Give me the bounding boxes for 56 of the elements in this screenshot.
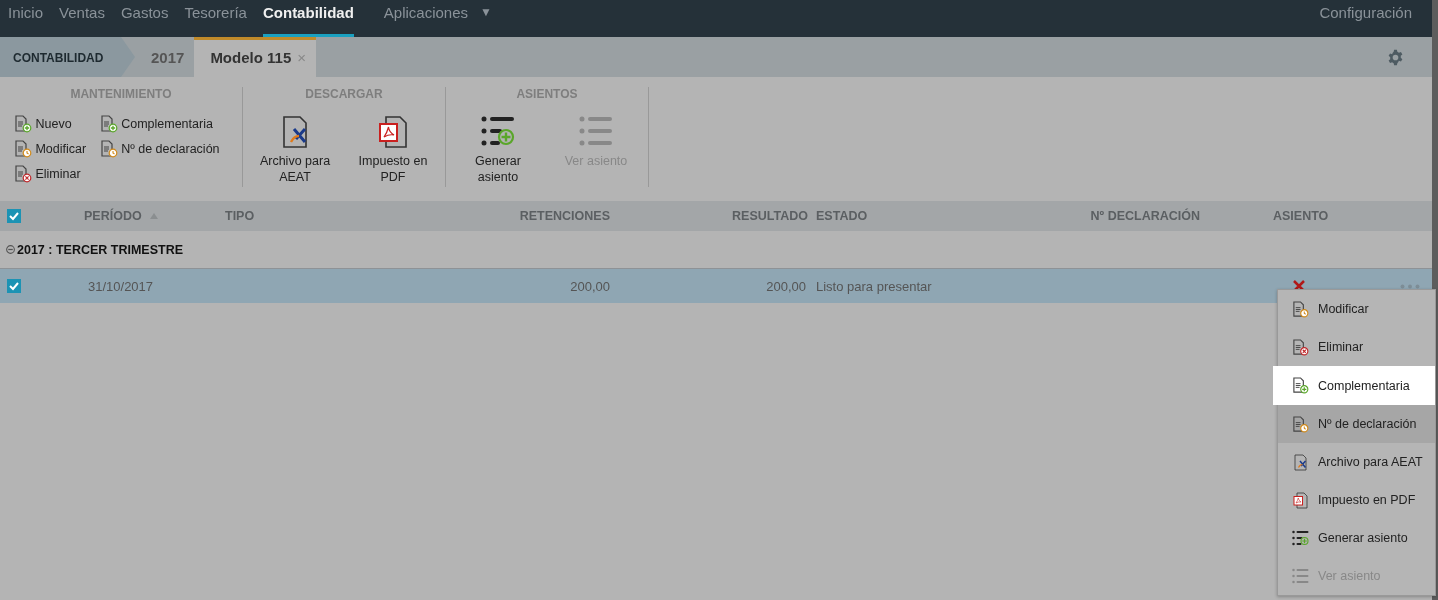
table-cell-text: 31/10/2017 [87,278,155,294]
menu-item[interactable]: Generar asiento [1278,519,1435,557]
settings-link[interactable]: Configuración [1319,0,1432,37]
toolbar-button[interactable]: Nº de declaración [100,138,220,160]
document-add-icon [100,115,119,133]
list-icon [1292,567,1309,585]
toolbar-button[interactable]: Nuevo [14,113,87,135]
menu-item[interactable]: Eliminar [1278,328,1435,366]
breadcrumb-tab[interactable]: Modelo 115 × [194,37,316,77]
column-header[interactable]: PERÍODO [84,209,158,223]
caret-icon: ▼ [480,4,492,37]
settings-icon[interactable] [1387,48,1404,66]
document-clock-icon [14,140,33,158]
document-add-icon [1292,377,1309,394]
document-clock-icon [1292,300,1309,318]
column-header[interactable]: RESULTADO [732,209,808,223]
nav-tab[interactable]: Gastos [120,0,169,37]
group-label: 2017 : TERCER TRIMESTRE [17,242,183,257]
menu-item[interactable]: Nº de declaración [1278,405,1435,443]
column-header[interactable]: ESTADO [816,209,868,223]
menu-item[interactable]: Complementaria [1273,366,1435,405]
sort-up-icon [149,213,158,219]
toolbar-button[interactable]: Archivo para AEAT [255,113,335,185]
pdf-document-icon [1292,491,1309,509]
column-header[interactable]: RETENCIONES [519,209,610,223]
pdf-document-icon [376,115,410,149]
breadcrumb-tab[interactable]: 2017 [135,37,195,77]
column-header[interactable]: TIPO [225,209,255,223]
document-clock-icon [100,140,119,158]
toolbar-button[interactable]: Impuesto en PDF [353,113,433,185]
toolbar-button[interactable]: Generar asiento [458,113,538,185]
nav-tab[interactable]: Inicio [8,0,44,37]
toolbar-button[interactable]: Complementaria [100,113,220,135]
document-logo-icon [1292,453,1309,471]
toolbar-button[interactable]: Eliminar [14,163,87,185]
document-clock-icon [1292,415,1309,433]
nav-tab[interactable]: Tesorería [184,0,247,37]
select-all-checkbox[interactable] [7,209,21,223]
document-delete-icon [1292,338,1309,356]
nav-tab[interactable]: Ventas [59,0,105,37]
document-delete-icon [14,165,33,183]
table-row[interactable]: 31/10/2017 200,00 200,00 Listo para presentar [0,269,1432,303]
collapse-icon[interactable] [6,245,15,254]
column-header[interactable]: Nº DECLARACIÓN [1090,209,1200,223]
menu-item[interactable]: Impuesto en PDF [1278,481,1435,519]
column-header[interactable]: ASIENTO [1273,209,1329,223]
row-checkbox[interactable] [7,279,21,293]
table-cell-text: 200,00 [569,278,610,294]
document-add-icon [14,115,33,133]
list-add-icon [1292,529,1309,547]
table-cell-text: Listo para presentar [815,278,933,294]
breadcrumb-root[interactable]: CONTABILIDAD [0,37,135,77]
nav-tab[interactable]: Aplicaciones ▼ [383,0,492,37]
table-cell-text: 200,00 [765,278,807,294]
toolbar-button[interactable]: Modificar [14,138,87,160]
menu-item[interactable]: Archivo para AEAT [1278,443,1435,481]
